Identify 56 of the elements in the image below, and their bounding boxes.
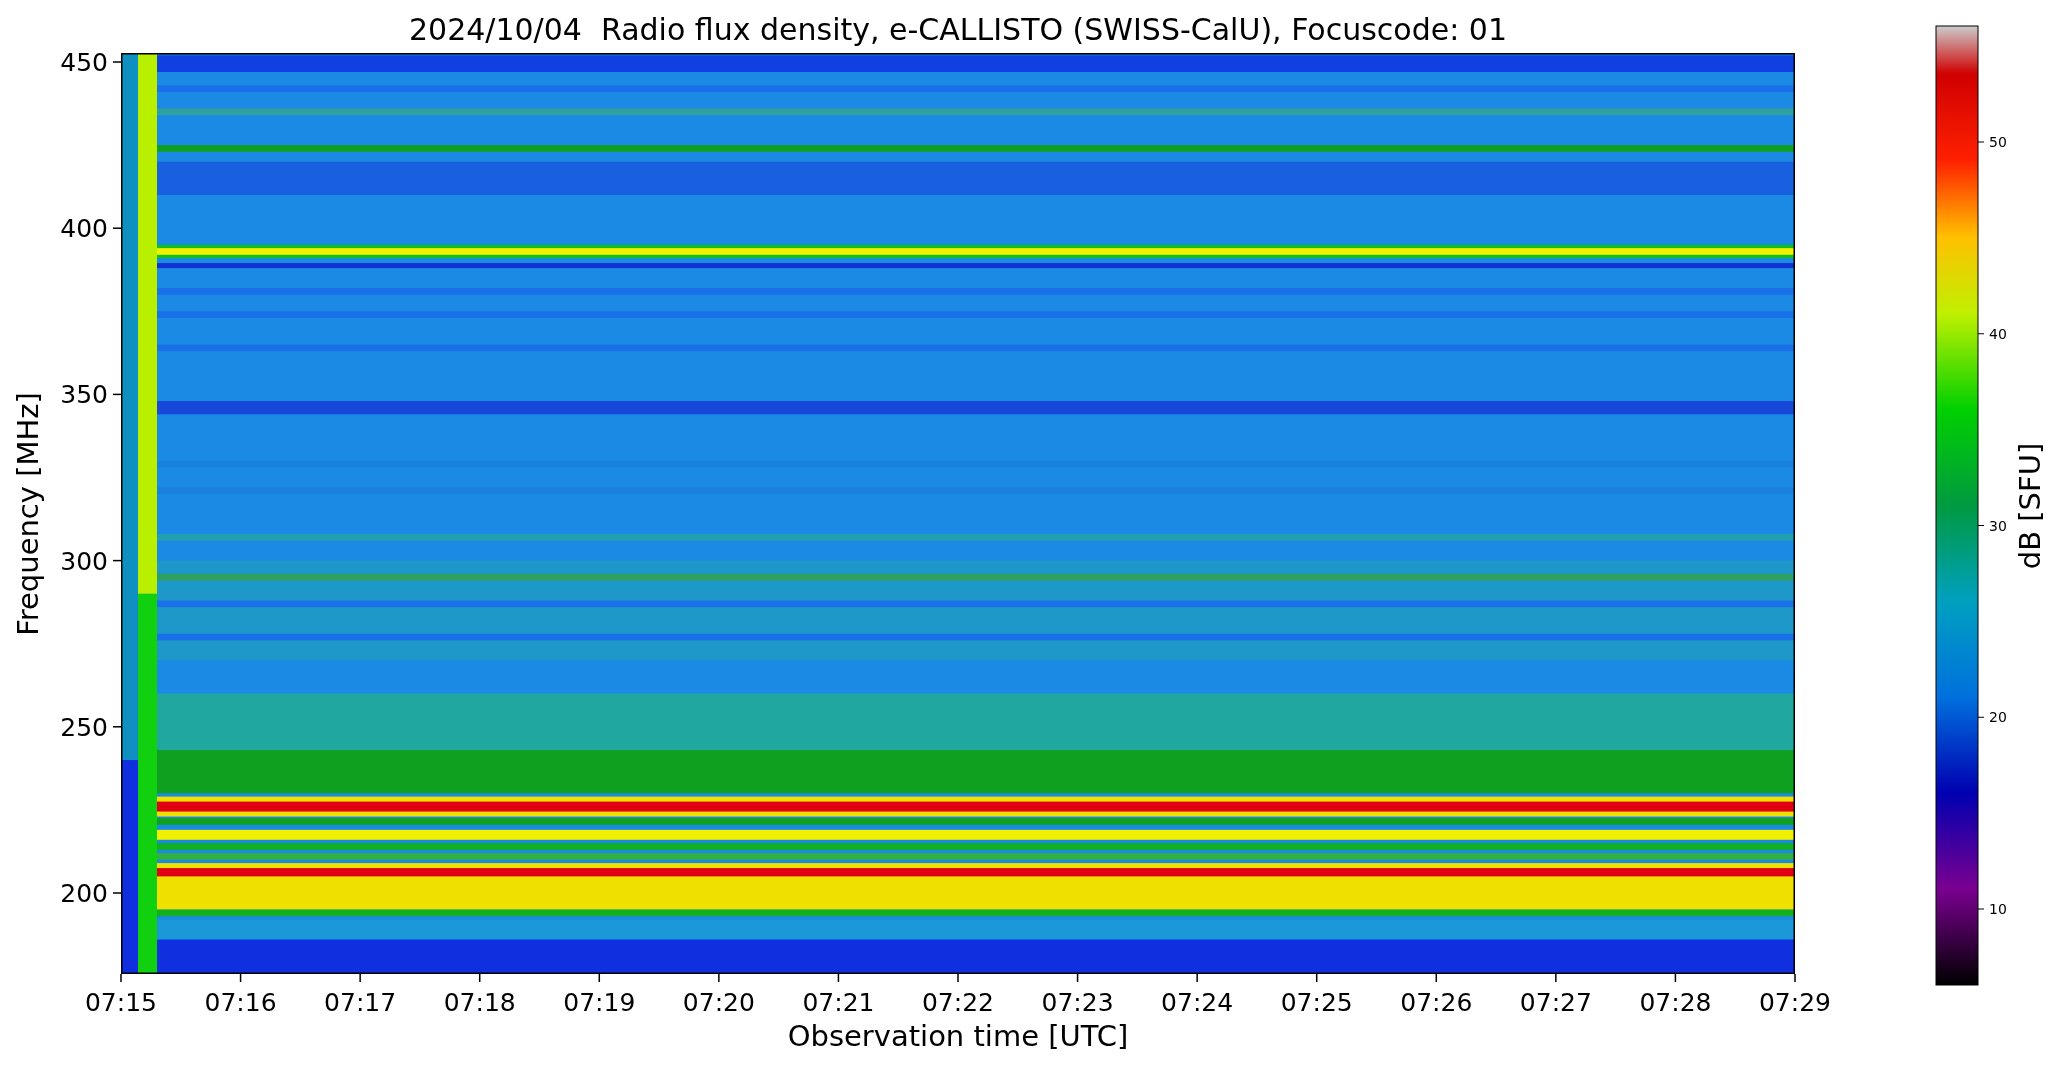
tick-mark: [1555, 973, 1557, 983]
tick-label: 07:29: [1759, 988, 1831, 1017]
tick-mark: [112, 559, 122, 562]
tick-label: 50: [1989, 134, 2007, 150]
tick-label: 07:24: [1161, 988, 1234, 1017]
tick-mark: [1977, 716, 1985, 718]
tick-mark: [957, 973, 959, 983]
tick-label: 07:17: [324, 988, 397, 1017]
tick-label: 07:16: [204, 988, 277, 1017]
tick-mark: [112, 892, 122, 894]
tick-label: 400: [60, 214, 108, 244]
tick-label: 450: [60, 48, 108, 77]
tick-label: 07:18: [443, 988, 516, 1017]
tick-mark: [112, 227, 122, 229]
tick-label: 07:22: [922, 988, 994, 1017]
tick-mark: [718, 973, 720, 983]
tick-label: 200: [60, 879, 108, 908]
tick-label: 07:28: [1639, 988, 1712, 1017]
tick-mark: [598, 973, 601, 983]
tick-label: 07:25: [1280, 988, 1353, 1017]
tick-mark: [1977, 141, 1985, 143]
tick-mark: [359, 973, 361, 983]
tick-label: 20: [1989, 709, 2007, 726]
tick-mark: [1977, 525, 1985, 526]
tick-label: 40: [1989, 325, 2007, 342]
tick-label: 07:23: [1041, 988, 1114, 1017]
tick-mark: [1674, 973, 1677, 983]
tick-mark: [120, 973, 122, 983]
tick-label: 10: [1989, 901, 2007, 917]
tick-mark: [1196, 973, 1198, 983]
chart-title: 2024/10/04 Radio flux density, e-CALLISTO (SWISS-CalU), Focuscode: 01: [409, 12, 1507, 47]
tick-label: 07:19: [563, 988, 636, 1017]
tick-label: 30: [1989, 517, 2007, 534]
tick-label: 07:20: [682, 988, 755, 1017]
tick-mark: [1794, 973, 1796, 983]
tick-mark: [1435, 973, 1438, 983]
tick-label: 07:27: [1519, 988, 1592, 1017]
tick-mark: [1315, 973, 1318, 983]
tick-mark: [112, 726, 122, 728]
y-axis-label: Frequency [MHz]: [11, 392, 45, 636]
tick-label: 07:21: [802, 988, 875, 1017]
tick-mark: [1076, 973, 1079, 983]
colorbar-label: dB [SFU]: [2013, 442, 2047, 570]
tick-label: 300: [60, 546, 108, 576]
tick-mark: [837, 973, 840, 983]
x-axis-label: Observation time [UTC]: [787, 1019, 1129, 1053]
tick-mark: [112, 61, 122, 63]
tick-mark: [239, 973, 242, 983]
tick-label: 350: [60, 380, 108, 410]
tick-mark: [478, 973, 481, 983]
tick-mark: [1977, 333, 1985, 335]
tick-label: 07:15: [85, 988, 157, 1017]
tick-mark: [112, 393, 122, 396]
tick-mark: [1977, 908, 1985, 910]
tick-label: 07:26: [1400, 988, 1473, 1017]
tick-label: 250: [60, 712, 108, 742]
